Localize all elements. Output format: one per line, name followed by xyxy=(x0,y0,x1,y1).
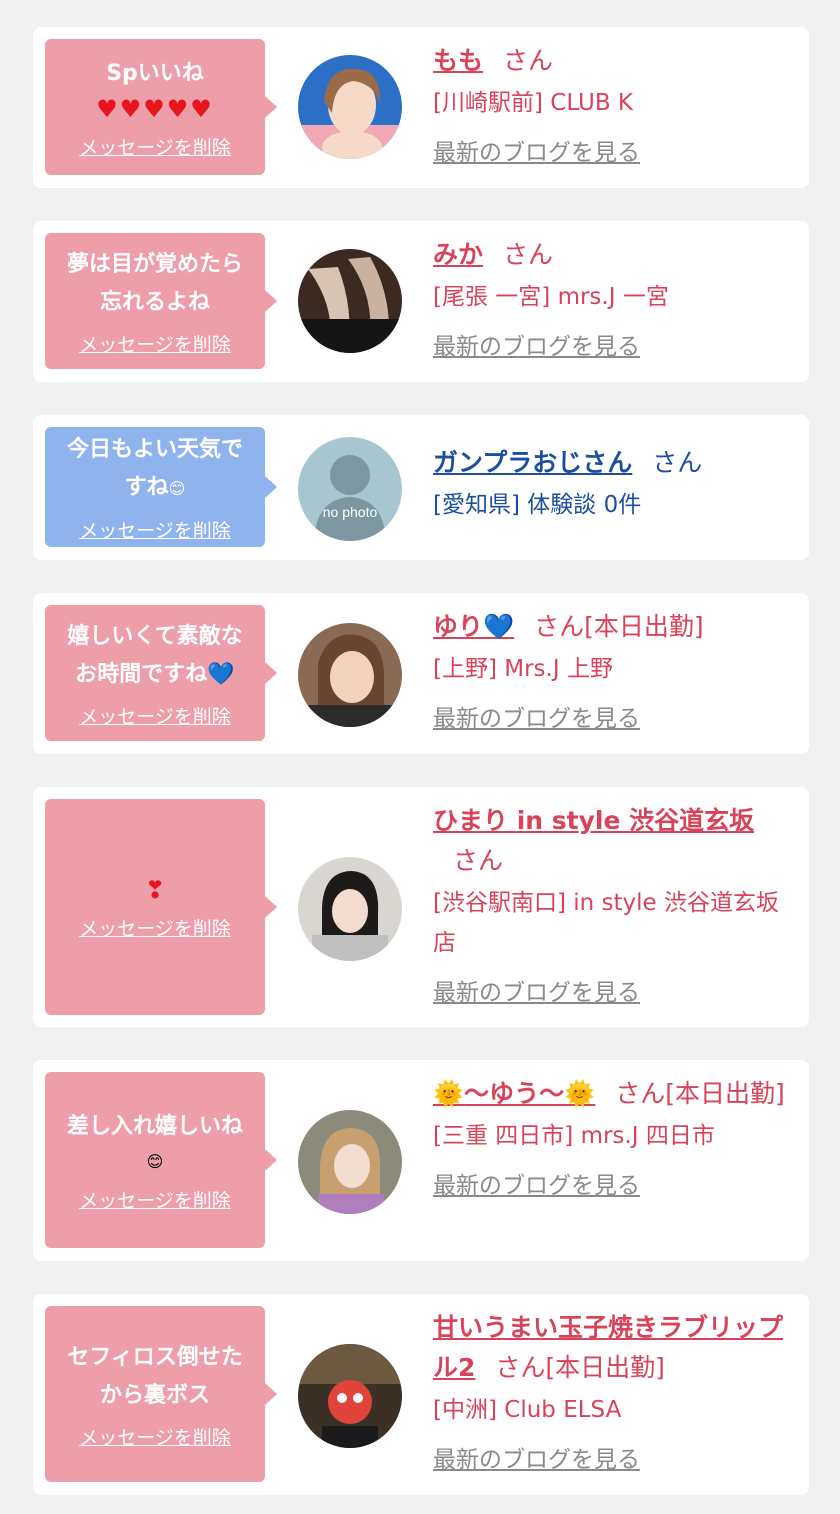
blue-heart-emoji: 💙 xyxy=(483,612,515,641)
message-text: セフィロス倒せた から裏ボス xyxy=(67,1344,243,1408)
delete-message-link[interactable]: メッセージを削除 xyxy=(79,516,231,543)
user-name-link[interactable]: ひまり in style 渋谷道玄坂 xyxy=(433,806,754,835)
user-info: ゆり💙 さん[本日出勤] [上野] Mrs.J 上野 最新のブログを見る xyxy=(433,607,791,739)
shop-info: [愛知県] 体験談 0件 xyxy=(433,492,642,518)
shop-info: [三重 四日市] mrs.J 四日市 xyxy=(433,1123,715,1149)
delete-message-link[interactable]: メッセージを削除 xyxy=(79,330,231,357)
user-info: 甘いうまい玉子焼きラブリップル2 さん[本日出勤] [中洲] Club ELSA … xyxy=(433,1308,791,1480)
message-card: 嬉しいくて素敵な お時間ですね💙 メッセージを削除 ゆり💙 さん[本日出勤] [上… xyxy=(33,593,809,754)
latest-blog-link[interactable]: 最新のブログを見る xyxy=(433,699,640,739)
smile-emoji: 😊 xyxy=(168,479,186,498)
message-list: Spいいね ♥♥♥♥♥ メッセージを削除 もも さん [川崎駅前] CLUB K … xyxy=(0,0,840,1514)
shop-info: [川崎駅前] CLUB K xyxy=(433,90,633,116)
message-text: 夢は目が覚めたら 忘れるよね xyxy=(66,251,243,315)
message-bubble: 嬉しいくて素敵な お時間ですね💙 メッセージを削除 xyxy=(45,605,277,741)
latest-blog-link[interactable]: 最新のブログを見る xyxy=(433,1166,640,1206)
avatar[interactable] xyxy=(298,857,402,961)
message-card: 差し入れ嬉しいね 😊 メッセージを削除 🌞〜ゆう〜🌞 さん[本日出勤] [三重 四… xyxy=(33,1060,809,1261)
avatar[interactable] xyxy=(298,249,402,353)
delete-message-link[interactable]: メッセージを削除 xyxy=(79,1186,231,1213)
message-text: 今日もよい天気で すね😊 xyxy=(66,437,243,500)
user-name-link[interactable]: ガンプラおじさん xyxy=(433,448,632,477)
user-info: 🌞〜ゆう〜🌞 さん[本日出勤] [三重 四日市] mrs.J 四日市 最新のブログ… xyxy=(433,1074,791,1206)
delete-message-link[interactable]: メッセージを削除 xyxy=(79,702,231,729)
message-text: 差し入れ嬉しいね xyxy=(66,1113,243,1139)
shop-info: [中洲] Club ELSA xyxy=(433,1397,622,1423)
message-bubble: 今日もよい天気で すね😊 メッセージを削除 xyxy=(45,427,277,547)
sun-emoji: 🌞 xyxy=(564,1079,596,1108)
message-card: ❣ メッセージを削除 ひまり in style 渋谷道玄坂さん [渋谷駅南口] … xyxy=(33,787,809,1027)
honorific: さん xyxy=(652,448,703,477)
message-text: Spいいね xyxy=(106,60,204,86)
user-info: みか さん [尾張 一宮] mrs.J 一宮 最新のブログを見る xyxy=(433,235,791,367)
user-info: ひまり in style 渋谷道玄坂さん [渋谷駅南口] in style 渋谷… xyxy=(433,801,791,1013)
heart-icons: ♥♥♥♥♥ xyxy=(96,94,214,123)
avatar[interactable] xyxy=(298,1110,402,1214)
shop-info: [渋谷駅南口] in style 渋谷道玄坂店 xyxy=(433,890,779,956)
delete-message-link[interactable]: メッセージを削除 xyxy=(79,914,231,941)
latest-blog-link[interactable]: 最新のブログを見る xyxy=(433,1440,640,1480)
honorific: さん xyxy=(503,46,554,75)
shop-info: [尾張 一宮] mrs.J 一宮 xyxy=(433,284,669,310)
message-bubble: 差し入れ嬉しいね 😊 メッセージを削除 xyxy=(45,1072,277,1248)
honorific: さん[本日出勤] xyxy=(534,612,704,641)
message-bubble: Spいいね ♥♥♥♥♥ メッセージを削除 xyxy=(45,39,277,175)
shop-info: [上野] Mrs.J 上野 xyxy=(433,656,613,682)
message-text: 嬉しいくて素敵な お時間ですね💙 xyxy=(67,623,243,687)
sun-emoji: 🌞 xyxy=(433,1079,465,1108)
message-card: 夢は目が覚めたら 忘れるよね メッセージを削除 みか さん [尾張 一宮] mrs… xyxy=(33,221,809,382)
honorific: さん xyxy=(503,240,554,269)
honorific: さん[本日出勤] xyxy=(615,1079,785,1108)
message-bubble: セフィロス倒せた から裏ボス メッセージを削除 xyxy=(45,1306,277,1482)
delete-message-link[interactable]: メッセージを削除 xyxy=(79,133,231,160)
avatar[interactable] xyxy=(298,1344,402,1448)
honorific: さん[本日出勤] xyxy=(495,1353,665,1382)
user-name-link[interactable]: ゆり💙 xyxy=(433,612,514,641)
user-name-link[interactable]: 🌞〜ゆう〜🌞 xyxy=(433,1079,595,1108)
latest-blog-link[interactable]: 最新のブログを見る xyxy=(433,327,640,367)
heart-exclamation-emoji: ❣ xyxy=(144,875,166,904)
honorific: さん xyxy=(453,846,504,875)
avatar[interactable] xyxy=(298,623,402,727)
user-info: ガンプラおじさん さん [愛知県] 体験談 0件 xyxy=(433,443,791,525)
message-card: 今日もよい天気で すね😊 メッセージを削除 no photo ガンプラおじさんさ… xyxy=(33,415,809,560)
user-name-link[interactable]: みか xyxy=(433,240,483,269)
user-name-link[interactable]: もも xyxy=(433,46,483,75)
avatar[interactable] xyxy=(298,55,402,159)
no-photo-label: no photo xyxy=(323,504,378,520)
message-card: Spいいね ♥♥♥♥♥ メッセージを削除 もも さん [川崎駅前] CLUB K … xyxy=(33,27,809,188)
message-card: セフィロス倒せた から裏ボス メッセージを削除 甘いうまい玉子焼きラブリップル2… xyxy=(33,1294,809,1495)
latest-blog-link[interactable]: 最新のブログを見る xyxy=(433,133,640,173)
user-info: もも さん [川崎駅前] CLUB K 最新のブログを見る xyxy=(433,41,791,173)
smile-emoji: 😊 xyxy=(146,1151,164,1171)
avatar[interactable]: no photo xyxy=(298,437,402,541)
latest-blog-link[interactable]: 最新のブログを見る xyxy=(433,973,640,1013)
message-bubble: 夢は目が覚めたら 忘れるよね メッセージを削除 xyxy=(45,233,277,369)
blue-heart-emoji: 💙 xyxy=(207,661,235,687)
message-bubble: ❣ メッセージを削除 xyxy=(45,799,277,1015)
delete-message-link[interactable]: メッセージを削除 xyxy=(79,1423,231,1450)
